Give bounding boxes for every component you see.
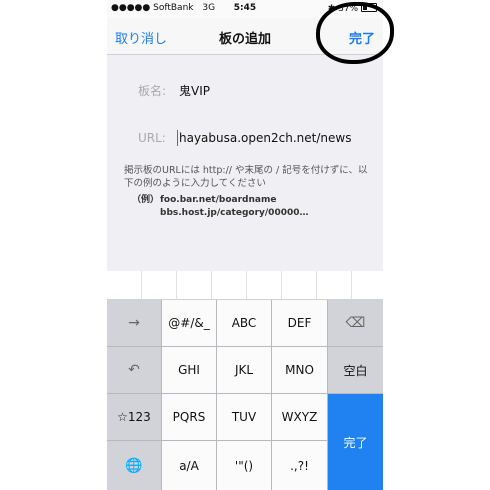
- text-cursor: [177, 130, 178, 146]
- board-name-field[interactable]: 鬼VIP: [179, 82, 369, 99]
- bluetooth-icon: ✱: [327, 4, 336, 14]
- example-prefix: （例）: [132, 195, 160, 205]
- key-punctuation[interactable]: .,?!: [272, 441, 328, 490]
- candidate-slot[interactable]: [142, 271, 177, 299]
- key-jkl[interactable]: JKL: [217, 347, 272, 394]
- url-examples: （例）foo.bar.net/boardname bbs.host.jp/cat…: [132, 194, 309, 220]
- keyboard-done-button[interactable]: 完了: [328, 394, 383, 490]
- key-mno[interactable]: MNO: [272, 347, 328, 394]
- candidate-slot[interactable]: [212, 271, 247, 299]
- candidate-slot[interactable]: [247, 271, 282, 299]
- url-help-text: 掲示板のURLには http:// や末尾の / 記号を付けずに、以下の例のよう…: [124, 165, 368, 189]
- add-board-form: 板名: 鬼VIP URL: hayabusa.open2ch.net/news …: [107, 55, 383, 271]
- cancel-button[interactable]: 取り消し: [115, 28, 167, 47]
- url-label: URL:: [138, 131, 166, 145]
- key-symbols[interactable]: @#/&_: [162, 300, 217, 347]
- candidate-bar: [107, 271, 383, 300]
- board-name-label: 板名:: [138, 84, 167, 98]
- status-right: ✱ 37%: [328, 3, 377, 14]
- key-wxyz[interactable]: WXYZ: [272, 394, 328, 441]
- key-def[interactable]: DEF: [272, 300, 328, 347]
- space-key[interactable]: 空白: [328, 347, 383, 394]
- keyboard: → @#/&_ ABC DEF ⌫ ↶ GHI JKL MNO 空白 ☆123 …: [107, 300, 383, 490]
- candidate-slot[interactable]: [317, 271, 352, 299]
- case-toggle-key[interactable]: a/A: [162, 441, 217, 490]
- candidate-slot[interactable]: [282, 271, 317, 299]
- candidate-slot[interactable]: [107, 271, 142, 299]
- key-pqrs[interactable]: PQRS: [162, 394, 217, 441]
- navigation-bar: 取り消し 板の追加 完了: [107, 18, 383, 55]
- battery-icon: [361, 3, 377, 12]
- candidate-slot[interactable]: [352, 271, 383, 299]
- done-button[interactable]: 完了: [349, 28, 375, 47]
- key-abc[interactable]: ABC: [217, 300, 272, 347]
- candidate-slot[interactable]: [177, 271, 212, 299]
- key-ghi[interactable]: GHI: [162, 347, 217, 394]
- key-quotes[interactable]: '"(): [217, 441, 272, 490]
- numbers-key[interactable]: ☆123: [107, 394, 162, 441]
- status-bar: ●●●●● SoftBank 3G 5:45 ✱ 37%: [107, 0, 383, 18]
- arrow-right-icon[interactable]: →: [107, 300, 162, 347]
- url-field[interactable]: hayabusa.open2ch.net/news: [179, 131, 360, 145]
- example-1: foo.bar.net/boardname: [160, 195, 277, 205]
- key-tuv[interactable]: TUV: [217, 394, 272, 441]
- example-2: bbs.host.jp/category/00000…: [160, 208, 309, 218]
- undo-icon[interactable]: ↶: [107, 347, 162, 394]
- backspace-icon[interactable]: ⌫: [328, 300, 383, 347]
- phone-screen: ●●●●● SoftBank 3G 5:45 ✱ 37% 取り消し 板の追加 完…: [107, 0, 383, 490]
- globe-icon[interactable]: 🌐: [107, 441, 162, 490]
- battery-percent: 37%: [338, 4, 359, 14]
